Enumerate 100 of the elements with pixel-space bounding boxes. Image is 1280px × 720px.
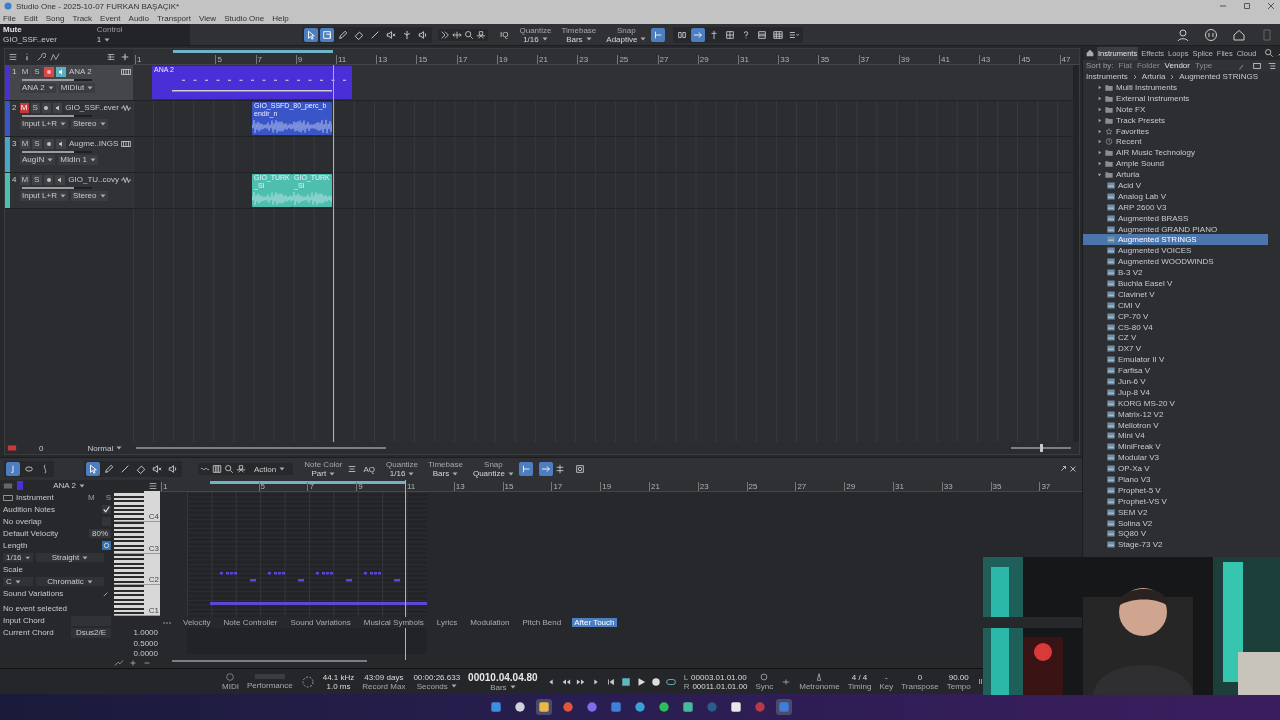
tree-item[interactable]: Emulator II V — [1083, 354, 1268, 366]
input-dropdown[interactable]: Input L+R — [20, 119, 68, 129]
mute-button[interactable]: M — [19, 174, 30, 185]
mute-button[interactable]: M — [20, 138, 30, 149]
piano-keyboard[interactable]: C4 C3 C2 C1 — [114, 491, 160, 616]
lane-tab[interactable]: After Touch — [572, 618, 617, 627]
menu-item[interactable]: Track — [72, 13, 93, 23]
mute-button[interactable]: M — [19, 102, 29, 113]
lane-tab[interactable]: Lyrics — [434, 618, 460, 627]
tree-item[interactable]: CZ V — [1083, 332, 1268, 344]
note-color-dropdown[interactable]: Note Color Part — [304, 460, 343, 478]
track-header[interactable]: 1 M S ANA 2 ANA 2 MIDIut — [5, 65, 133, 101]
snap-dropdown[interactable]: Snap Quantize — [472, 460, 514, 478]
sort-option[interactable]: Type — [1194, 61, 1213, 70]
tree-item[interactable]: Solina V2 — [1083, 517, 1268, 529]
menu-item[interactable]: Edit — [23, 13, 38, 23]
tree-item[interactable]: CS-80 V4 — [1083, 321, 1268, 333]
tree-item[interactable]: Stage-73 V2 — [1083, 539, 1268, 551]
bars-dropdown[interactable]: Bars — [490, 682, 516, 692]
menu-item[interactable]: Song — [45, 13, 65, 23]
tree-item[interactable]: Augmented WOODWINDS — [1083, 256, 1268, 268]
menu-item[interactable]: Help — [272, 13, 289, 23]
input-dropdown[interactable]: ANA 2 — [20, 83, 56, 93]
output-dropdown[interactable]: MIdIn 1 — [58, 155, 98, 165]
tree-item[interactable]: KORG MS-20 V — [1083, 397, 1268, 409]
tree-item[interactable]: Farfisa V — [1083, 365, 1268, 377]
iq-button[interactable]: IQ — [500, 30, 509, 39]
track-header[interactable]: 3 M S Augme..INGS AugIN MIdIn 1 — [5, 137, 133, 173]
right-locator[interactable]: 00011.01.01.00 — [692, 681, 748, 691]
tree-item[interactable]: Note FX — [1083, 103, 1280, 115]
tree-item[interactable]: CMI V — [1083, 299, 1268, 311]
track-header[interactable]: 2 M S GIO_SSF..ever Input L+R Stereo — [5, 101, 133, 137]
lane-tab[interactable]: Note Controller — [221, 618, 280, 627]
mute-button[interactable]: M — [20, 66, 30, 77]
velocity-field[interactable]: 80% — [89, 529, 111, 538]
tree-item[interactable]: Prophet-5 V — [1083, 484, 1268, 496]
scale-dropdown[interactable]: Chromatic — [36, 577, 104, 586]
menu-item[interactable]: Studio One — [224, 13, 265, 23]
timebase-dropdown[interactable]: Timebase Bars — [561, 25, 597, 44]
track-name[interactable]: GIO_TU..covy — [68, 175, 119, 184]
tree-item[interactable]: ARP 2600 V3 — [1083, 201, 1268, 213]
tree-item[interactable]: Jun-6 V — [1083, 376, 1268, 387]
mute-toggle[interactable]: M — [88, 493, 95, 502]
tree-item[interactable]: DX7 V — [1083, 343, 1268, 355]
tree-item[interactable]: Augmented VOICES — [1083, 245, 1268, 257]
solo-button[interactable]: S — [32, 138, 42, 149]
time-signature[interactable]: 4 / 4 — [851, 672, 868, 682]
length-mode-dropdown[interactable]: Straight — [36, 553, 104, 562]
track-name[interactable]: GIO_SSF..ever — [65, 103, 119, 112]
tree-item[interactable]: Jup-8 V4 — [1083, 386, 1268, 398]
track-name[interactable]: ANA 2 — [69, 67, 119, 76]
tree-item[interactable]: Track Presets — [1083, 114, 1280, 126]
tree-item[interactable]: Augmented BRASS — [1083, 212, 1268, 224]
scale-root-dropdown[interactable]: C — [3, 577, 33, 586]
output-dropdown[interactable]: Stereo — [70, 191, 108, 201]
tree-item[interactable]: CP-70 V — [1083, 310, 1268, 322]
tree-item[interactable]: External Instruments — [1083, 92, 1280, 104]
tree-item[interactable]: Piano V3 — [1083, 474, 1268, 485]
lane-tab[interactable]: Sound Variations — [288, 618, 353, 627]
tree-item[interactable]: Augmented GRAND PIANO — [1083, 223, 1268, 235]
tree-item[interactable]: Clavinet V — [1083, 288, 1268, 300]
lane-tab[interactable]: Pitch Bend — [520, 618, 564, 627]
breadcrumb-item[interactable]: Augmented STRINGS — [1179, 72, 1259, 81]
track-header[interactable]: 4 M S GIO_TU..covy Input L+R Stereo — [5, 173, 133, 209]
menu-item[interactable]: File — [3, 13, 16, 23]
tree-item[interactable]: MiniFreak V — [1083, 441, 1268, 453]
sort-option[interactable]: Flat — [1118, 61, 1132, 70]
timebase-dropdown[interactable]: Timebase Bars — [428, 460, 463, 478]
input-dropdown[interactable]: AugIN — [20, 155, 56, 165]
tempo-value[interactable]: 90.00 — [948, 672, 969, 682]
control-dropdown[interactable]: 1 — [96, 35, 123, 44]
length-dropdown[interactable]: 1/16 — [3, 553, 33, 562]
tree-item[interactable]: Arturia — [1083, 169, 1280, 180]
breadcrumb-item[interactable]: Instruments — [1086, 72, 1128, 81]
output-dropdown[interactable]: MIDIut — [58, 83, 96, 93]
tree-item[interactable]: Buchla Easel V — [1083, 278, 1268, 289]
tree-item[interactable]: Augmented STRINGS — [1083, 234, 1268, 246]
tree-item[interactable]: SEM V2 — [1083, 506, 1268, 518]
menu-item[interactable]: Audio — [128, 13, 149, 23]
key-value[interactable]: - — [884, 672, 888, 682]
quantize-dropdown[interactable]: Quantize 1/16 — [519, 25, 552, 44]
tree-item[interactable]: Mini V4 — [1083, 430, 1268, 442]
breadcrumb-item[interactable]: Arturia — [1141, 72, 1166, 81]
track-name-dropdown[interactable]: ANA 2 — [27, 481, 111, 490]
tree-item[interactable]: Favorites — [1083, 125, 1280, 137]
solo-button[interactable]: S — [31, 174, 42, 185]
quantize-dropdown[interactable]: Quantize 1/16 — [386, 460, 419, 478]
menu-item[interactable]: Transport — [157, 13, 191, 23]
sort-option[interactable]: Folder — [1136, 61, 1160, 70]
input-dropdown[interactable]: Input L+R — [20, 191, 68, 201]
solo-button[interactable]: S — [30, 102, 40, 113]
solo-button[interactable]: S — [32, 66, 42, 77]
tree-item[interactable]: Multi Instruments — [1083, 82, 1280, 93]
track-name[interactable]: Augme..INGS — [69, 139, 119, 148]
menu-item[interactable]: View — [198, 13, 217, 23]
seconds-dropdown[interactable]: Seconds — [416, 681, 457, 691]
tree-item[interactable]: Analog Lab V — [1083, 190, 1268, 202]
lane-tab[interactable]: Modulation — [468, 618, 512, 627]
tree-item[interactable]: Matrix-12 V2 — [1083, 408, 1268, 420]
tree-item[interactable]: Ample Sound — [1083, 158, 1280, 170]
